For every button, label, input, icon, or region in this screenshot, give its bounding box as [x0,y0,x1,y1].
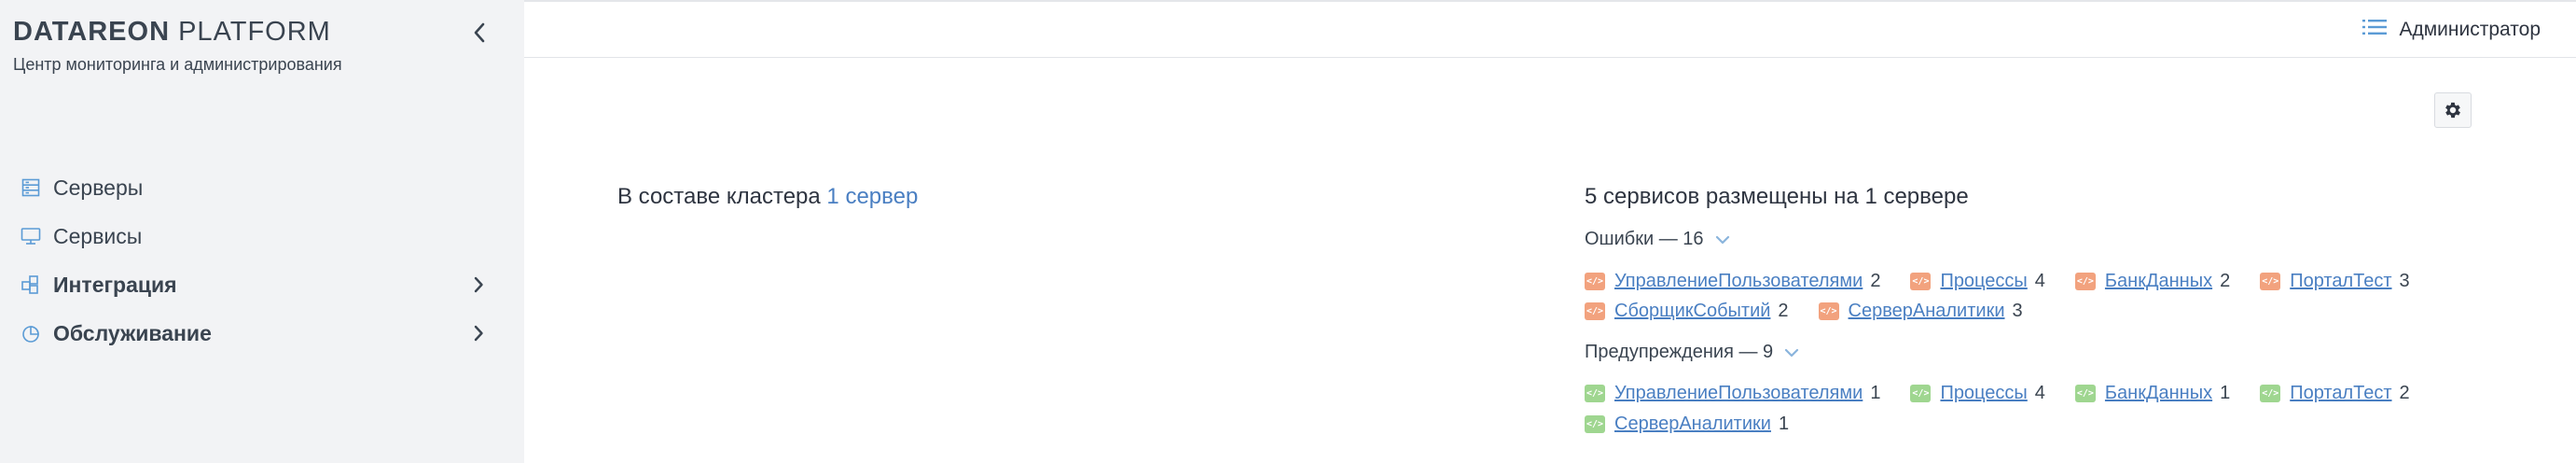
sidebar-item-services[interactable]: Сервисы [0,212,524,260]
warnings-heading: Предупреждения — 9 [1585,342,1774,362]
service-item: </> УправлениеПользователями 2 [1585,271,1880,292]
service-item: </> Процессы 4 [1910,383,2045,404]
service-warning-icon: </> [2260,385,2281,402]
user-menu[interactable]: Администратор [2361,17,2541,42]
sidebar-item-maintenance[interactable]: Обслуживание [0,309,524,358]
service-link[interactable]: Процессы [1940,271,2027,292]
service-error-icon: </> [1910,273,1932,290]
chevron-left-icon [474,22,485,43]
service-count: 3 [2012,301,2023,321]
service-link[interactable]: ПорталТест [2290,383,2391,404]
service-item: </> Процессы 4 [1910,271,2045,292]
service-item: </> БанкДанных 2 [2074,271,2231,292]
chevron-right-icon [470,274,487,296]
user-name: Администратор [2399,18,2541,40]
service-link[interactable]: БанкДанных [2105,271,2212,292]
gear-icon [2445,102,2460,119]
service-item: </> УправлениеПользователями 1 [1585,383,1880,404]
services-title: 5 сервисов размещены на 1 сервере [1585,184,1969,209]
service-count: 1 [1870,383,1881,403]
service-item: </> ПорталТест 3 [2260,271,2410,292]
pie-chart-icon [21,323,41,344]
service-count: 4 [2034,383,2045,403]
service-error-icon: </> [1818,302,1839,320]
service-link[interactable]: УправлениеПользователями [1614,383,1863,404]
service-link[interactable]: СборщикСобытий [1614,301,1770,322]
brand-name: DATAREON [13,17,171,47]
service-count: 2 [1870,271,1881,291]
sidebar-item-label: Сервисы [53,223,143,248]
service-count: 2 [2220,271,2231,291]
service-item: </> БанкДанных 1 [2074,383,2231,404]
collapse-sidebar-button[interactable] [468,17,491,49]
service-error-icon: </> [1585,302,1605,320]
service-warning-icon: </> [2074,385,2096,402]
brand-product: PLATFORM [178,17,331,47]
errors-heading: Ошибки — 16 [1585,229,1704,249]
sidebar-nav: Серверы Сервисы Интеграция Обслуживание [0,163,524,358]
service-item: </> СерверАналитики 3 [1818,301,2023,322]
list-icon [2361,17,2388,42]
service-item: </> СборщикСобытий 2 [1585,301,1789,322]
service-error-icon: </> [2074,273,2096,290]
settings-button[interactable] [2434,92,2472,128]
chevron-down-icon [1715,235,1730,245]
service-link[interactable]: Процессы [1940,383,2027,404]
service-warning-icon: </> [1585,415,1605,433]
cluster-servers-link[interactable]: 1 сервер [826,184,918,209]
service-link[interactable]: СерверАналитики [1849,301,2005,322]
chevron-down-icon [1784,348,1799,358]
chevron-right-icon [470,322,487,344]
sidebar-item-servers[interactable]: Серверы [0,163,524,212]
brand-logo[interactable]: DATAREON PLATFORM [13,17,331,48]
sidebar: DATAREON PLATFORM Центр мониторинга и ад… [0,0,524,463]
service-count: 3 [2399,271,2410,291]
errors-row-2: </> СборщикСобытий 2 </> СерверАналитики 3 [1585,301,2053,322]
service-link[interactable]: СерверАналитики [1614,414,1771,435]
sidebar-item-label: Интеграция [53,272,177,297]
integration-icon [21,274,41,295]
service-warning-icon: </> [1910,385,1932,402]
service-link[interactable]: УправлениеПользователями [1614,271,1863,292]
service-count: 4 [2034,271,2045,291]
service-error-icon: </> [2260,273,2281,290]
service-item: </> СерверАналитики 1 [1585,414,1789,435]
sidebar-item-label: Обслуживание [53,320,212,345]
brand-subtitle: Центр мониторинга и администрирования [13,55,342,74]
servers-icon [21,177,41,198]
service-warning-icon: </> [1585,385,1605,402]
service-error-icon: </> [1585,273,1605,290]
service-count: 1 [1778,414,1790,434]
errors-toggle[interactable]: Ошибки — 16 [1585,229,1730,250]
warnings-row-1: </> УправлениеПользователями 1 </> Процессы 4… [1585,383,2440,404]
top-header: Администратор [524,2,2576,58]
service-item: </> ПорталТест 2 [2260,383,2410,404]
sidebar-item-label: Серверы [53,175,144,200]
service-link[interactable]: БанкДанных [2105,383,2212,404]
cluster-summary: В составе кластера 1 сервер [617,184,918,210]
sidebar-item-integration[interactable]: Интеграция [0,260,524,309]
monitor-icon [21,226,41,246]
service-count: 2 [2399,383,2410,403]
warnings-row-2: </> СерверАналитики 1 [1585,414,1819,435]
service-count: 1 [2220,383,2231,403]
service-link[interactable]: ПорталТест [2290,271,2391,292]
service-count: 2 [1778,301,1789,321]
warnings-toggle[interactable]: Предупреждения — 9 [1585,342,1799,363]
cluster-summary-text: В составе кластера [617,184,821,209]
errors-row-1: </> УправлениеПользователями 2 </> Процессы 4… [1585,271,2440,292]
